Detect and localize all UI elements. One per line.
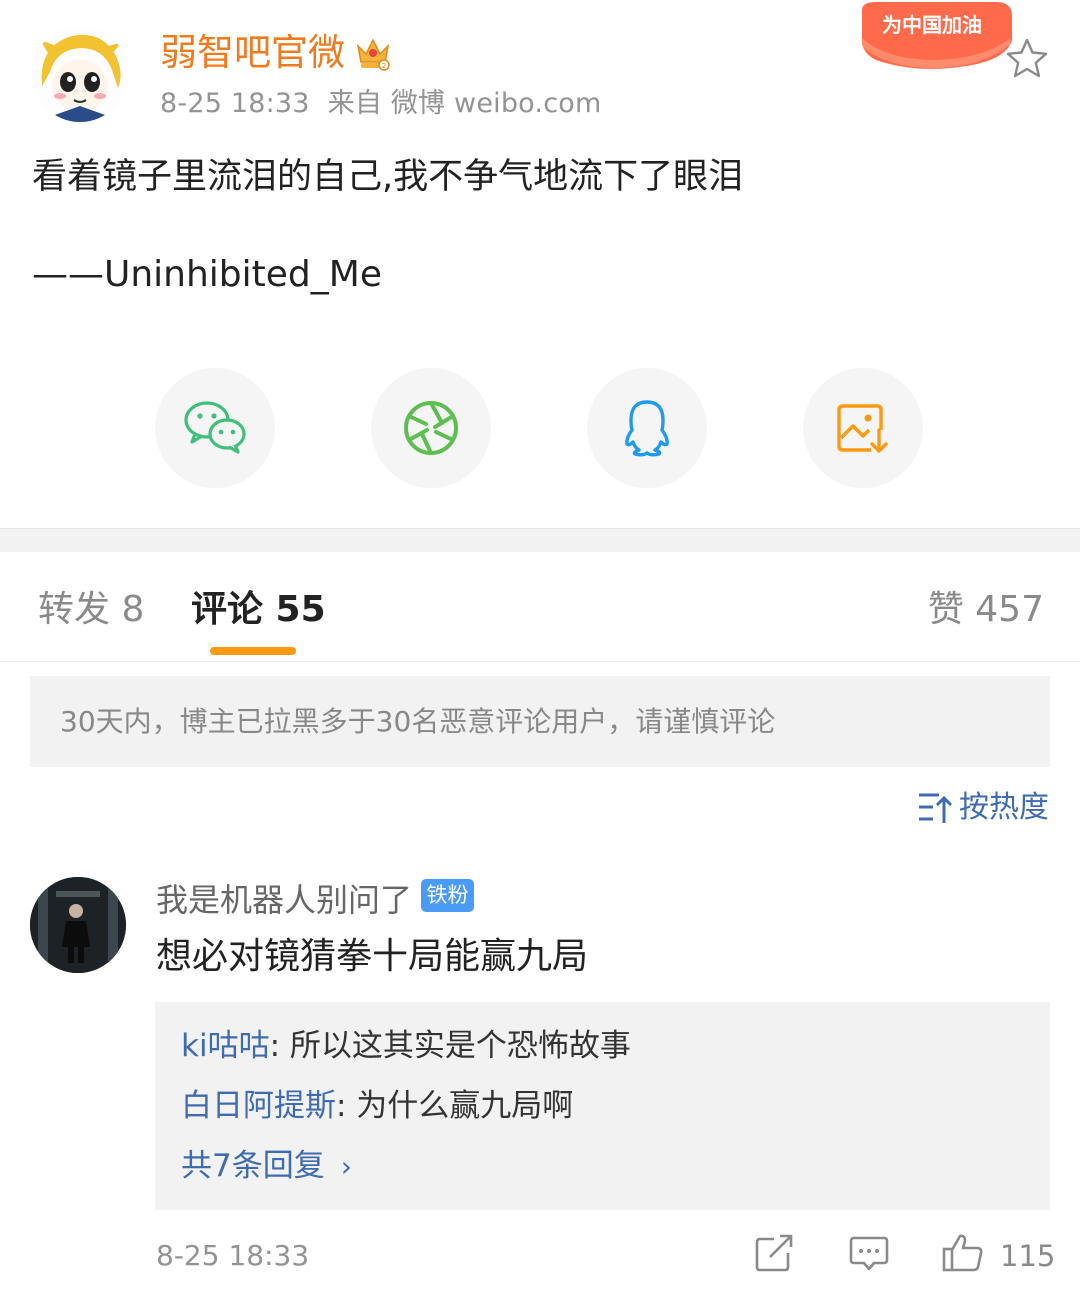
active-tab-indicator xyxy=(210,647,296,655)
section-divider xyxy=(0,528,1080,552)
reply-user[interactable]: 白日阿提斯 xyxy=(181,1088,336,1124)
post-meta: 8-25 18:33 来自 微博 weibo.com xyxy=(160,84,601,124)
chevron-right-icon: › xyxy=(340,1150,352,1183)
vip-crown-icon: 2 xyxy=(354,34,392,72)
reply-text: : 为什么赢九局啊 xyxy=(336,1088,574,1124)
badge-text: 为中国加油 xyxy=(882,13,982,37)
post-source: 来自 微博 weibo.com xyxy=(327,88,602,119)
reply-comment-button[interactable] xyxy=(849,1233,889,1277)
comment-icon xyxy=(849,1236,889,1271)
post-time: 8-25 18:33 xyxy=(160,88,310,119)
reply-text: : 所以这其实是个恐怖故事 xyxy=(269,1028,631,1064)
tab-like[interactable]: 赞 457 xyxy=(928,582,1044,638)
sort-label: 按热度 xyxy=(959,790,1049,825)
reply-box[interactable]: ki咕咕: 所以这其实是个恐怖故事 白日阿提斯: 为什么赢九局啊 共7条回复 › xyxy=(155,1002,1050,1210)
comment-notice: 30天内，博主已拉黑多于30名恶意评论用户，请谨慎评论 xyxy=(30,676,1050,767)
more-replies-link[interactable]: 共7条回复 › xyxy=(181,1143,352,1190)
like-comment-button[interactable] xyxy=(942,1233,984,1277)
comment-text: 想必对镜猜拳十局能赢九局 xyxy=(156,936,589,977)
qq-penguin-icon xyxy=(625,400,669,457)
cheer-badge[interactable]: 为中国加油 xyxy=(856,0,1016,76)
share-icon xyxy=(755,1234,793,1272)
tab-comment[interactable]: 评论 55 xyxy=(191,582,326,638)
share-qq-button[interactable] xyxy=(587,368,707,488)
svg-text:2: 2 xyxy=(382,62,386,70)
star-icon[interactable] xyxy=(1005,37,1049,81)
comment-notice-text: 30天内，博主已拉黑多于30名恶意评论用户，请谨慎评论 xyxy=(60,705,776,738)
share-wechat-button[interactable] xyxy=(155,368,275,488)
post-text: 看着镜子里流泪的自己,我不争气地流下了眼泪 xyxy=(32,157,744,197)
share-save-image-button[interactable] xyxy=(803,368,923,488)
aperture-icon xyxy=(404,401,458,455)
reply-item[interactable]: ki咕咕: 所以这其实是个恐怖故事 xyxy=(181,1023,631,1069)
thumbs-up-icon xyxy=(942,1234,983,1272)
sort-icon xyxy=(919,793,953,823)
like-count: 115 xyxy=(1000,1239,1056,1273)
reply-item[interactable]: 白日阿提斯: 为什么赢九局啊 xyxy=(181,1083,573,1129)
more-replies-label: 共7条回复 xyxy=(181,1148,325,1184)
sort-button[interactable]: 按热度 xyxy=(917,786,1049,830)
comment-time: 8-25 18:33 xyxy=(156,1239,310,1272)
commenter-avatar[interactable] xyxy=(30,877,126,973)
wechat-icon xyxy=(184,401,246,454)
share-moments-button[interactable] xyxy=(371,368,491,488)
post-signature: ——Uninhibited_Me xyxy=(32,254,382,295)
reply-user[interactable]: ki咕咕 xyxy=(181,1028,270,1064)
fan-badge: 铁粉 xyxy=(421,879,474,912)
image-download-icon xyxy=(837,404,888,453)
tab-repost[interactable]: 转发 8 xyxy=(38,582,144,638)
author-avatar[interactable] xyxy=(32,26,128,122)
commenter-name[interactable]: 我是机器人别问了 xyxy=(156,876,412,924)
author-name[interactable]: 弱智吧官微 xyxy=(160,28,345,78)
share-comment-button[interactable] xyxy=(754,1233,794,1277)
tab-divider xyxy=(0,661,1080,662)
